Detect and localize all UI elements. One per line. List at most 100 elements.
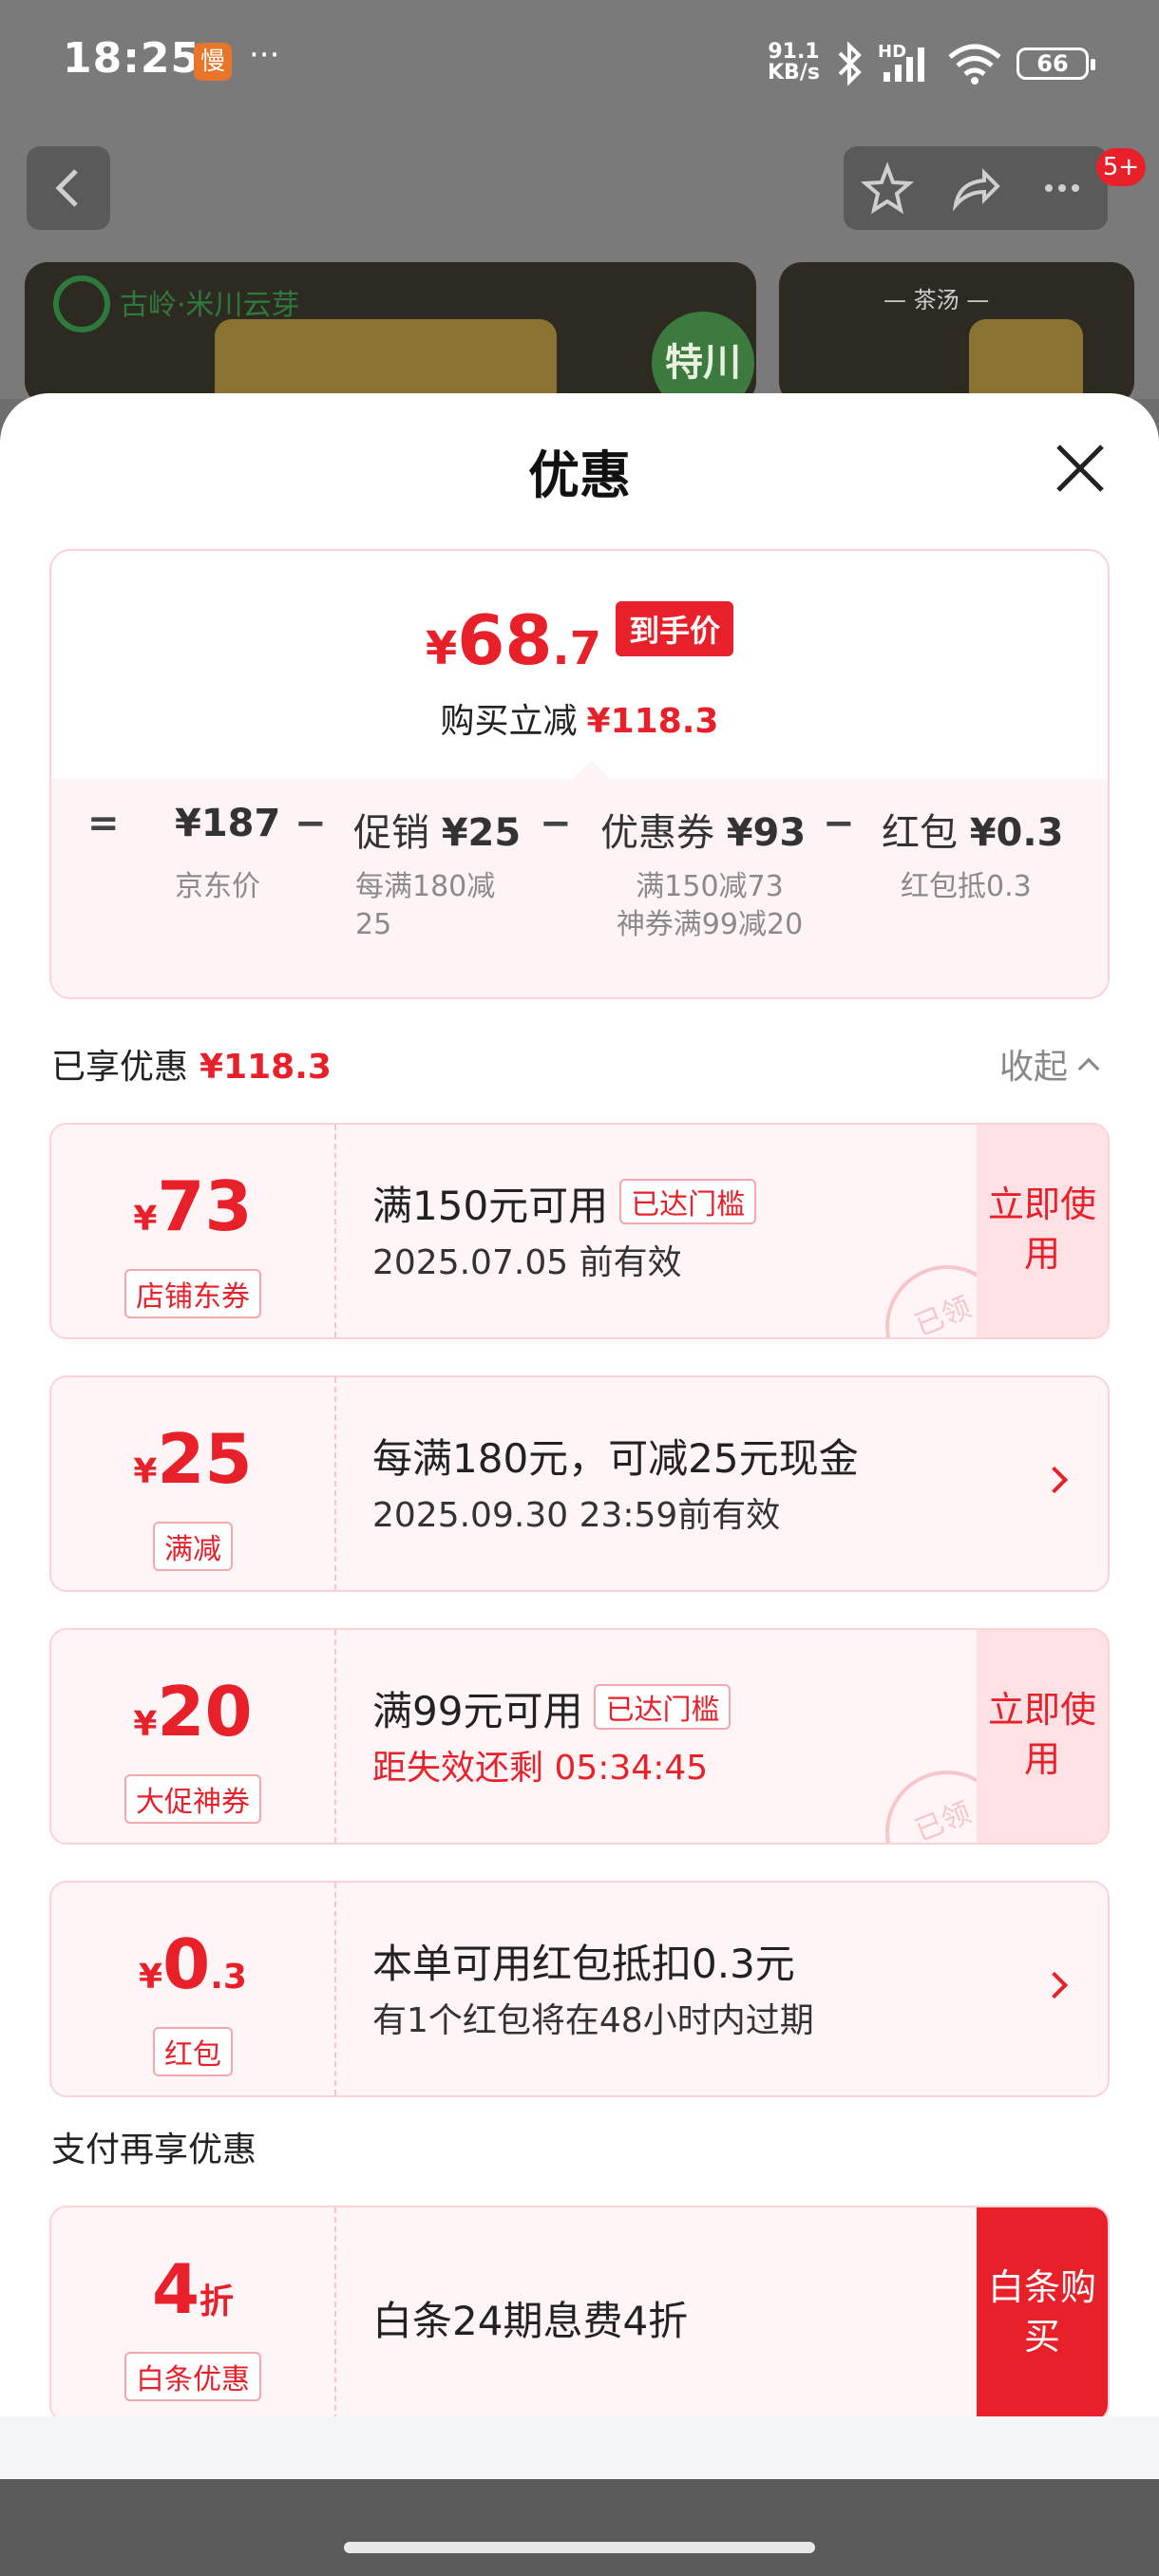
jd-price-amount: ¥187 (175, 802, 281, 845)
redpack-desc: 红包抵0.3 (901, 870, 1032, 903)
enjoyed-label: 已享优惠 (51, 1048, 189, 1087)
coupon-amount: 20 (157, 1672, 253, 1752)
redpack-label: 红包 (882, 811, 958, 855)
coupon-label: 优惠券 (600, 811, 714, 855)
top-actions (844, 146, 1108, 230)
bluetooth-icon (838, 42, 862, 85)
brand-logo (53, 275, 110, 332)
coupon-card[interactable]: ¥25 满减 每满180元，可减25元现金 2025.09.30 23:59前有… (49, 1375, 1110, 1592)
final-price-decimal: .7 (552, 622, 602, 675)
coupon-amount: 25 (157, 1419, 253, 1499)
brand-name: 古岭·米川云芽 (120, 289, 300, 322)
coupon-amount: 73 (157, 1166, 253, 1246)
coupon-type: 红包 (153, 2027, 233, 2076)
coupon-amount: 0 (162, 1924, 211, 2004)
coupon-type: 满减 (153, 1522, 233, 1571)
battery-indicator: 66 (1016, 47, 1095, 80)
coupon-countdown: 距失效还剩 05:34:45 (372, 1749, 709, 1788)
close-button[interactable] (1049, 437, 1112, 500)
collapse-label: 收起 (999, 1048, 1069, 1087)
message-badge: 5+ (1096, 148, 1146, 186)
discount-sheet: 优惠 ¥68.7 到手价 购买立减 ¥118.3 = ¥187 京东价 − 促销 … (0, 393, 1159, 2479)
status-bar: 18:25 慢 ··· 91.1 KB/s HD 66 (0, 0, 1159, 123)
chevron-up-icon (1077, 1057, 1100, 1080)
coupon-value: ¥0.3 红包 (51, 1883, 334, 2095)
payment-offer-value: 4折 白条优惠 (51, 2207, 334, 2420)
close-icon (1056, 445, 1104, 492)
baitiao-buy-button[interactable]: 白条购买 (977, 2207, 1108, 2420)
redpack-card[interactable]: ¥0.3 红包 本单可用红包抵扣0.3元 有1个红包将在48小时内过期 (49, 1881, 1110, 2097)
redpack-condition: 本单可用红包抵扣0.3元 (372, 1941, 795, 1987)
coupon-card: ¥20 大促神券 满99元可用 已达门槛 距失效还剩 05:34:45 已领 立即… (49, 1628, 1110, 1845)
coupon-type: 大促神券 (124, 1774, 261, 1824)
threshold-tag: 已达门槛 (594, 1684, 732, 1730)
promo-item: 促销 ¥25 (353, 802, 521, 857)
saving-line: 购买立减 ¥118.3 (51, 693, 1108, 743)
coupon-value: ¥73 店铺东券 (51, 1125, 334, 1337)
back-button[interactable] (27, 146, 110, 230)
favorite-button[interactable] (844, 146, 931, 230)
use-now-button[interactable]: 立即使用 (977, 1125, 1108, 1337)
more-icon (1045, 184, 1079, 192)
equals-sign: = (87, 802, 120, 845)
coupon-divider (334, 1377, 336, 1590)
coupon-divider (334, 1883, 336, 2095)
payment-discount-title: 支付再享优惠 (51, 2131, 257, 2169)
sheet-title: 优惠 (528, 445, 631, 505)
promo-label: 促销 (353, 811, 429, 855)
coupon-type: 店铺东券 (124, 1269, 261, 1318)
use-now-button[interactable]: 立即使用 (977, 1630, 1108, 1843)
minus-sign: − (294, 802, 327, 845)
coupon-currency: ¥ (139, 1958, 163, 1997)
final-price-currency: ¥ (425, 622, 458, 675)
coupon-item: 优惠券 ¥93 (600, 802, 806, 857)
jd-price-label: 京东价 (175, 870, 260, 903)
threshold-tag: 已达门槛 (619, 1179, 757, 1224)
product-image-main[interactable]: 古岭·米川云芽 特川 (25, 262, 756, 405)
coupon-card: ¥73 店铺东券 满150元可用 已达门槛 2025.07.05 前有效 已领 立… (49, 1123, 1110, 1339)
enjoyed-amount: ¥118.3 (200, 1048, 332, 1087)
home-indicator[interactable] (344, 2542, 815, 2553)
chevron-right-icon (1040, 1971, 1069, 1999)
share-button[interactable] (931, 146, 1018, 230)
collapse-toggle[interactable]: 收起 (999, 1039, 1100, 1089)
coupon-condition: 满99元可用 已达门槛 (372, 1679, 732, 1737)
enjoyed-discount: 已享优惠 ¥118.3 (51, 1039, 332, 1089)
payment-offer-unit: 折 (200, 2282, 235, 2321)
tea-label: — 茶汤 — (884, 287, 990, 313)
payment-offer-card: 4折 白条优惠 白条24期息费4折 白条购买 (49, 2206, 1110, 2422)
more-button[interactable] (1018, 146, 1106, 230)
tea-tin-2 (969, 319, 1083, 405)
coupon-divider (334, 2207, 336, 2420)
promo-desc: 每满180减 25 (355, 868, 495, 944)
coupon-currency: ¥ (133, 1705, 158, 1744)
final-price: ¥68.7 到手价 (51, 600, 1108, 680)
price-breakdown-card: ¥68.7 到手价 购买立减 ¥118.3 = ¥187 京东价 − 促销 ¥25… (49, 549, 1110, 999)
promo-desc-line1: 每满180减 (355, 870, 496, 903)
network-speed-value: 91.1 (768, 40, 820, 64)
minus-sign: − (540, 802, 572, 845)
coupon-value: ¥20 大促神券 (51, 1630, 334, 1843)
promo-desc-line2: 25 (355, 908, 392, 941)
coupon-condition-text: 满150元可用 (372, 1183, 609, 1229)
final-price-tag: 到手价 (616, 601, 734, 656)
product-tag: 特川 (652, 312, 754, 405)
coupon-value: ¥25 满减 (51, 1377, 334, 1590)
share-icon (952, 168, 1000, 212)
network-speed-unit: KB/s (768, 61, 820, 85)
tea-tin (215, 319, 557, 405)
coupon-currency: ¥ (133, 1452, 158, 1491)
signal-icon (884, 47, 924, 82)
chevron-left-icon (55, 169, 78, 207)
coupon-currency: ¥ (133, 1200, 158, 1239)
sheet-footer (0, 2416, 1159, 2479)
redpack-expiry: 有1个红包将在48小时内过期 (372, 2001, 814, 2040)
wifi-icon (948, 44, 1001, 85)
coupon-desc: 满150减73 神券满99减20 (600, 868, 819, 944)
coupon-amount-decimal: .3 (210, 1958, 247, 1997)
product-image-secondary[interactable]: — 茶汤 — (779, 262, 1134, 405)
coupon-divider (334, 1630, 336, 1843)
promo-amount: ¥25 (441, 811, 522, 855)
final-price-integer: 68 (457, 600, 553, 680)
minus-sign: − (823, 802, 855, 845)
